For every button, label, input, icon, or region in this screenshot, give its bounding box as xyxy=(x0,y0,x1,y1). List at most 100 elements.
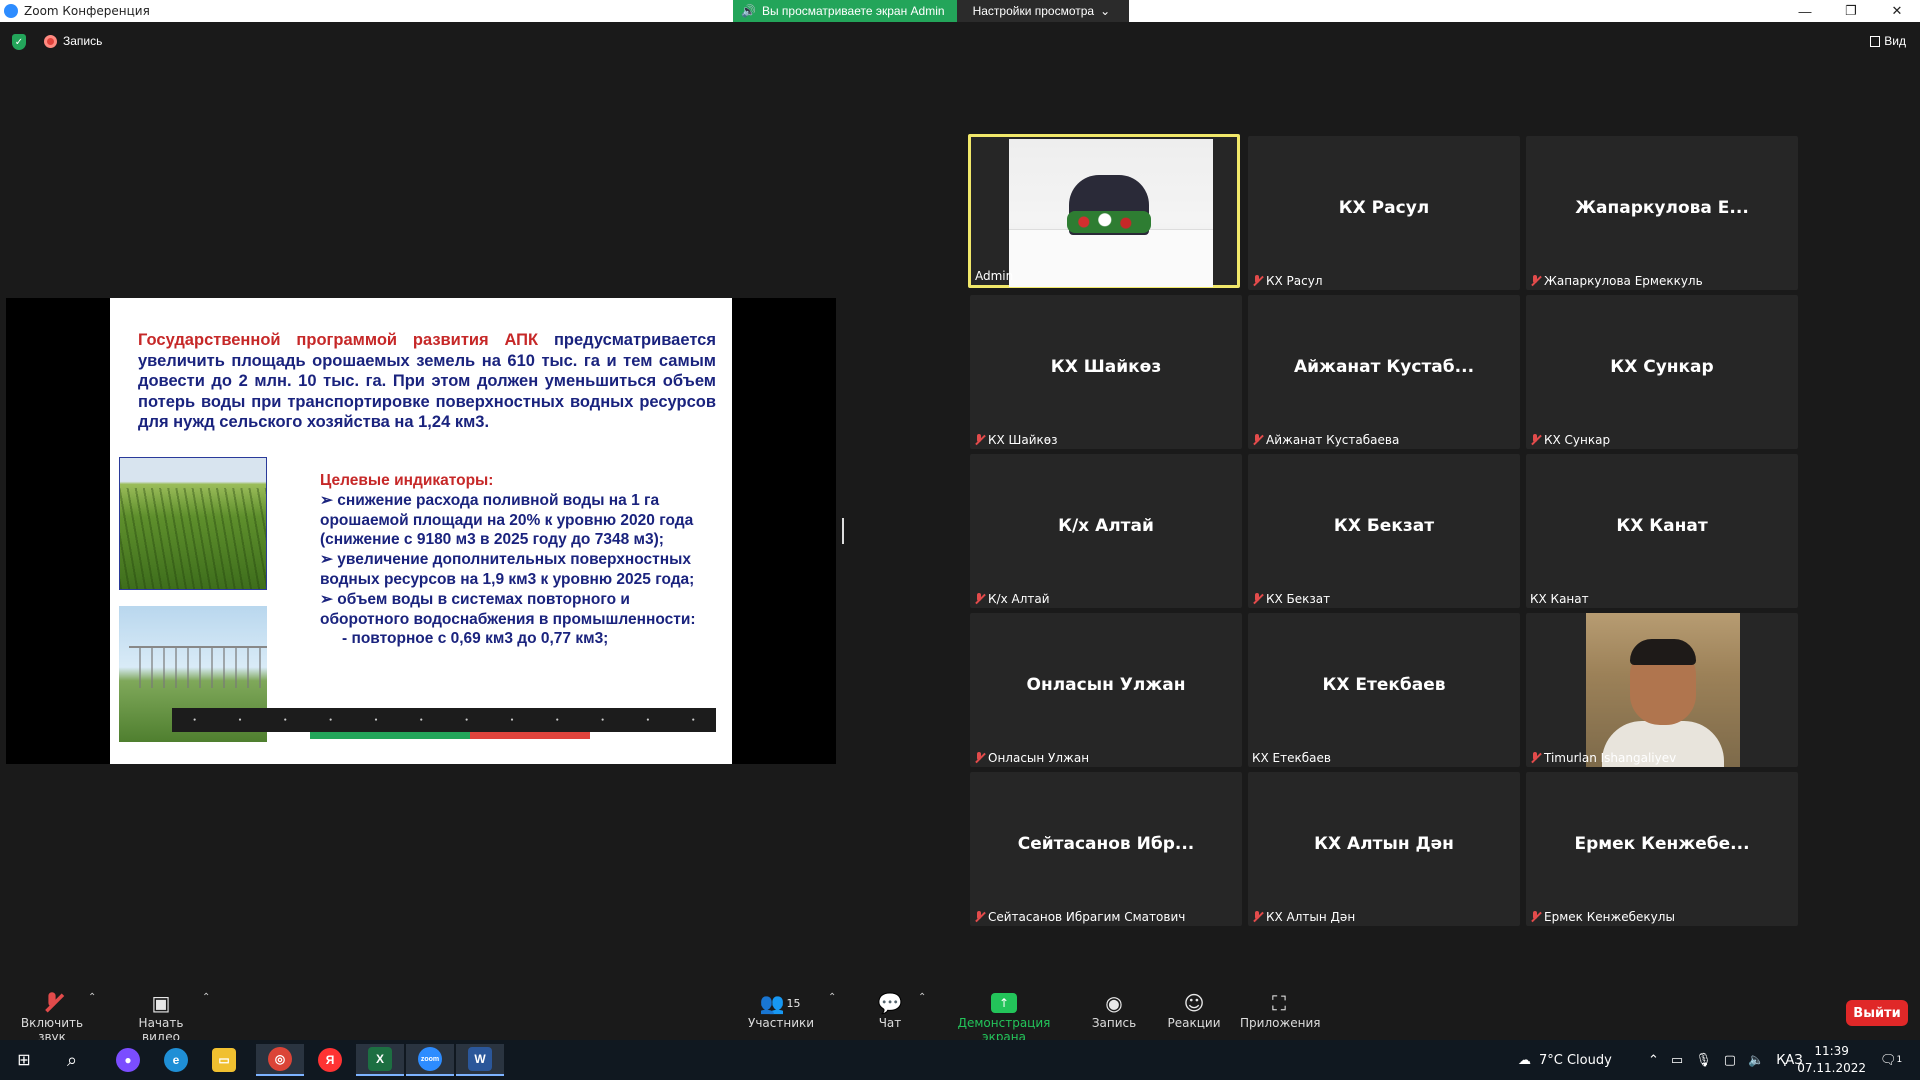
participant-name-label: Сейтасанов Ибрагим Сматович xyxy=(974,910,1185,924)
record-button[interactable]: ◉ Запись xyxy=(1090,990,1138,1030)
participant-tile[interactable]: К/х Алтай К/х Алтай xyxy=(970,454,1242,608)
participant-tile[interactable]: КХ Расул КХ Расул xyxy=(1248,136,1520,290)
volume-icon[interactable]: 🔈 xyxy=(1748,1053,1764,1068)
window-title: Zoom Конференция xyxy=(24,4,150,18)
search-icon: ⌕ xyxy=(66,1049,78,1070)
participant-tile[interactable]: Admin xyxy=(968,134,1240,288)
recording-status[interactable]: Запись xyxy=(44,34,102,48)
weather-text: 7°C Cloudy xyxy=(1539,1052,1612,1068)
participant-display-name: КХ Етекбаев xyxy=(1322,675,1446,695)
clock[interactable]: 11:39 07.11.2022 xyxy=(1797,1043,1866,1077)
participants-count: 15 xyxy=(786,996,801,1010)
participant-name-label: Онласын Улжан xyxy=(974,751,1089,765)
participant-tile[interactable]: Жапаркулова Е... Жапаркулова Ермеккуль xyxy=(1526,136,1798,290)
yandex-app[interactable]: Я xyxy=(306,1044,354,1076)
chevron-up-icon[interactable]: ⌃ xyxy=(828,992,836,1003)
edge-app[interactable]: e xyxy=(152,1044,200,1076)
excel-app[interactable]: X xyxy=(356,1044,404,1076)
clock-time: 11:39 xyxy=(1814,1044,1849,1058)
close-button[interactable]: ✕ xyxy=(1874,0,1920,22)
muted-mic-icon xyxy=(1252,593,1262,605)
participant-tile[interactable]: Timurlan Ishangaliyev xyxy=(1526,613,1798,767)
alice-icon: ● xyxy=(116,1048,140,1072)
field-photo xyxy=(119,457,267,590)
participant-name-label: Admin xyxy=(975,269,1013,283)
participant-tile[interactable]: Сейтасанов Ибр... Сейтасанов Ибрагим Смат… xyxy=(970,772,1242,926)
split-divider-handle[interactable] xyxy=(842,518,844,544)
apps-icon: ⛶ xyxy=(1272,991,1286,1015)
chat-label: Чат xyxy=(878,1016,902,1030)
participant-name-label: К/х Алтай xyxy=(974,592,1050,606)
leave-button[interactable]: Выйти xyxy=(1846,1000,1908,1026)
explorer-app[interactable]: ▭ xyxy=(200,1044,248,1076)
word-app[interactable]: W xyxy=(456,1044,504,1076)
recording-label: Запись xyxy=(63,34,103,48)
word-icon: W xyxy=(468,1047,492,1071)
alice-app[interactable]: ● xyxy=(104,1044,152,1076)
view-settings-button[interactable]: Настройки просмотра ⌄ xyxy=(956,0,1129,22)
notifications-button[interactable]: 🗨 1 xyxy=(1880,1040,1902,1080)
participant-tile[interactable]: КХ Сункар КХ Сункар xyxy=(1526,295,1798,449)
encryption-shield-icon[interactable]: ✓ xyxy=(12,34,26,50)
chevron-up-icon[interactable]: ⌃ xyxy=(918,992,926,1003)
shared-screen[interactable]: Государственной программой развития АПК … xyxy=(6,298,836,764)
participant-tile[interactable]: КХ Етекбаев КХ Етекбаев xyxy=(1248,613,1520,767)
participant-name-label: КХ Шайкөз xyxy=(974,433,1058,447)
mini-toolbar-item: ● xyxy=(283,717,287,723)
participant-display-name: КХ Сункар xyxy=(1610,357,1714,377)
participant-tile[interactable]: КХ Шайкөз КХ Шайкөз xyxy=(970,295,1242,449)
participants-button[interactable]: 👥 15 Участники ⌃ xyxy=(748,990,836,1030)
muted-mic-icon xyxy=(1252,911,1262,923)
participant-tile[interactable]: Ермек Кенжебе... Ермек Кенжебекулы xyxy=(1526,772,1798,926)
zoom-icon: zoom xyxy=(418,1047,442,1071)
mini-toolbar-item: ● xyxy=(510,717,514,723)
start-video-button[interactable]: ▣ Начать видео ⌃ xyxy=(118,990,211,1044)
zoom-app[interactable]: zoom xyxy=(406,1044,454,1076)
mic-icon[interactable]: 🎙 xyxy=(1695,1053,1712,1068)
participant-tile[interactable]: Онласын Улжан Онласын Улжан xyxy=(970,613,1242,767)
participant-name-label: Timurlan Ishangaliyev xyxy=(1530,751,1676,765)
start-button[interactable]: ⊞ xyxy=(0,1044,48,1076)
participant-tile[interactable]: Айжанат Кустаб... Айжанат Кустабаева xyxy=(1248,295,1520,449)
participant-name-label: КХ Бекзат xyxy=(1252,592,1330,606)
chat-button[interactable]: 💬 Чат ⌃ xyxy=(868,990,927,1030)
muted-mic-icon xyxy=(1530,752,1540,764)
clock-date: 07.11.2022 xyxy=(1797,1061,1866,1075)
target-item: ➢ снижение расхода поливной воды на 1 га… xyxy=(320,491,694,549)
view-button[interactable]: Вид xyxy=(1870,34,1906,48)
participants-icon: 👥 15 xyxy=(759,991,801,1015)
participant-tile[interactable]: КХ Алтын Дән КХ Алтын Дән xyxy=(1248,772,1520,926)
participant-video xyxy=(1586,613,1740,767)
apps-button[interactable]: ⛶ Приложения xyxy=(1240,990,1321,1030)
chevron-up-icon[interactable]: ⌃ xyxy=(1648,1053,1659,1068)
chrome-icon: ◎ xyxy=(268,1047,292,1071)
search-button[interactable]: ⌕ xyxy=(48,1044,96,1076)
muted-mic-icon xyxy=(1530,434,1540,446)
weather-widget[interactable]: ☁ 7°C Cloudy xyxy=(1518,1040,1612,1080)
participant-name: Admin xyxy=(975,269,1014,283)
display-icon[interactable]: ▢ xyxy=(1724,1053,1736,1068)
minimize-button[interactable]: — xyxy=(1782,0,1828,22)
restore-button[interactable]: ❐ xyxy=(1828,0,1874,22)
participant-tile[interactable]: КХ Канат КХ Канат xyxy=(1526,454,1798,608)
chrome-app[interactable]: ◎ xyxy=(256,1044,304,1076)
unmute-button[interactable]: Включить звук ⌃ xyxy=(8,990,97,1044)
muted-mic-icon xyxy=(974,593,984,605)
yandex-icon: Я xyxy=(318,1048,342,1072)
participant-video xyxy=(1009,139,1213,287)
notification-icon: 🗨 xyxy=(1880,1052,1897,1068)
share-screen-button[interactable]: ↑ Демонстрация экрана xyxy=(940,990,1068,1044)
chevron-up-icon[interactable]: ⌃ xyxy=(88,992,96,1003)
video-hair xyxy=(1630,639,1696,665)
participant-name: КХ Алтын Дән xyxy=(1266,910,1356,924)
excel-icon: X xyxy=(368,1047,392,1071)
participant-display-name: Ермек Кенжебе... xyxy=(1574,834,1750,854)
participant-name: Сейтасанов Ибрагим Сматович xyxy=(988,910,1186,924)
mini-green-banner xyxy=(310,732,470,739)
participant-tile[interactable]: КХ Бекзат КХ Бекзат xyxy=(1248,454,1520,608)
reactions-button[interactable]: ☺ Реакции xyxy=(1164,990,1224,1030)
network-icon[interactable]: ▭ xyxy=(1671,1053,1683,1068)
chevron-up-icon[interactable]: ⌃ xyxy=(202,992,210,1003)
chevron-down-icon: ⌄ xyxy=(1100,4,1111,18)
record-dot-icon xyxy=(44,34,57,48)
